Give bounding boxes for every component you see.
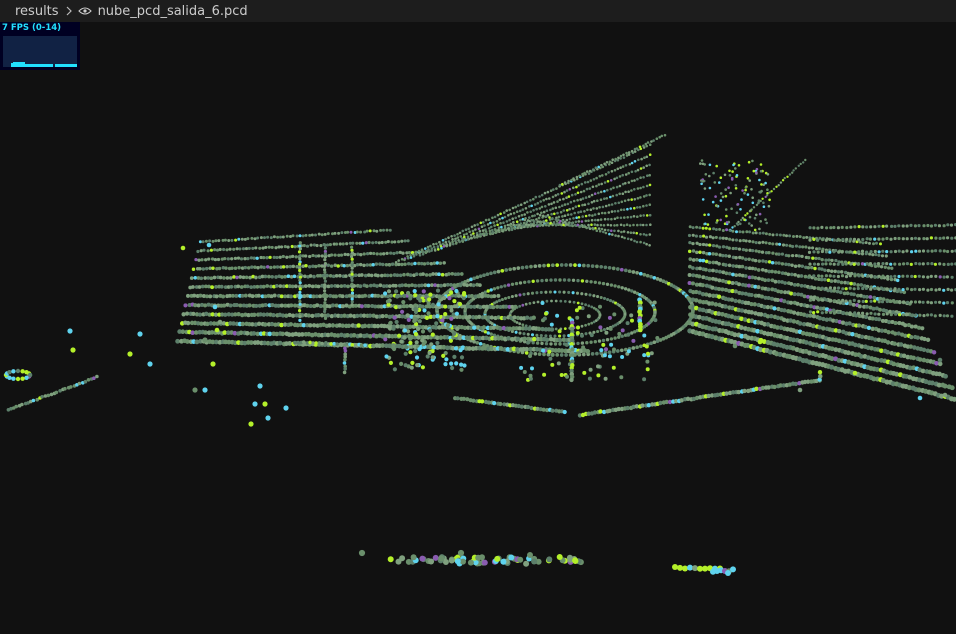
fps-stats-panel[interactable]: 7 FPS (0-14) (0, 22, 80, 70)
breadcrumb-folder[interactable]: results (15, 4, 59, 19)
chevron-right-icon (65, 5, 73, 17)
point-cloud (3, 133, 956, 576)
fps-label: 7 FPS (0-14) (2, 23, 62, 33)
point-cloud-viewport[interactable] (0, 22, 956, 634)
fps-graph (3, 36, 77, 67)
breadcrumb-file[interactable]: nube_pcd_salida_6.pcd (98, 4, 248, 19)
breadcrumb: results nube_pcd_salida_6.pcd (0, 0, 956, 22)
eye-icon (77, 6, 92, 16)
